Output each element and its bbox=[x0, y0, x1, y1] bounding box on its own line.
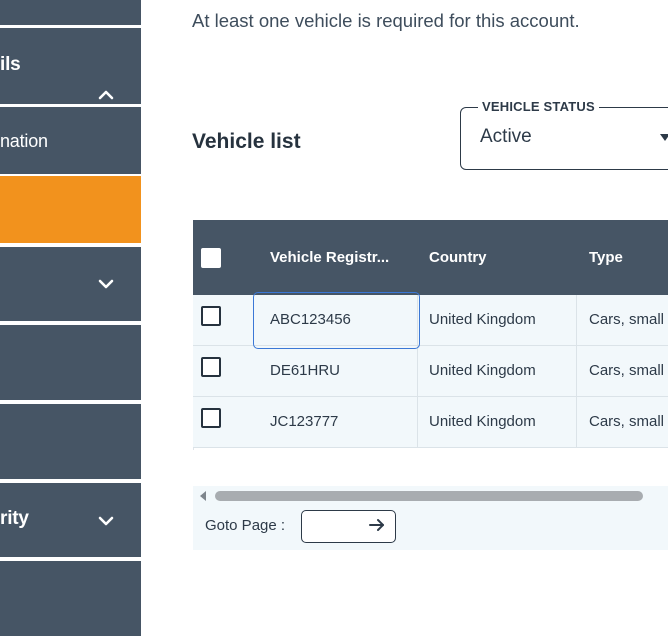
arrow-right-icon[interactable] bbox=[368, 517, 386, 533]
scrollbar-thumb[interactable] bbox=[215, 491, 643, 501]
sidebar-item-security[interactable]: rity bbox=[0, 483, 141, 557]
app-root: ils nation rity At least one vehicle is … bbox=[0, 0, 668, 641]
row-checkbox[interactable] bbox=[201, 306, 221, 326]
sidebar-item-group[interactable] bbox=[0, 247, 141, 321]
cell-country: United Kingdom bbox=[429, 413, 536, 430]
sidebar-item-label: rity bbox=[0, 508, 29, 529]
goto-page-label: Goto Page : bbox=[205, 517, 286, 534]
column-divider bbox=[576, 295, 577, 448]
row-checkbox[interactable] bbox=[201, 357, 221, 377]
cell-registration[interactable]: DE61HRU bbox=[270, 362, 340, 379]
vehicle-required-notice: At least one vehicle is required for thi… bbox=[192, 10, 580, 31]
sidebar-item-0[interactable] bbox=[0, 0, 141, 25]
chevron-down-icon[interactable] bbox=[97, 512, 115, 530]
cell-type: Cars, small bbox=[589, 362, 665, 379]
chevron-up-icon[interactable] bbox=[97, 86, 115, 104]
vehicle-status-value[interactable]: Active bbox=[480, 126, 532, 148]
sidebar-item-details[interactable]: ils bbox=[0, 28, 141, 104]
vehicle-status-legend: VEHICLE STATUS bbox=[478, 99, 599, 114]
sidebar-item-label: nation bbox=[0, 131, 48, 151]
sidebar-item-active[interactable] bbox=[0, 176, 141, 243]
chevron-down-icon[interactable] bbox=[97, 275, 115, 293]
scroll-left-icon[interactable] bbox=[199, 491, 207, 501]
sidebar-item-8[interactable] bbox=[0, 561, 141, 636]
sidebar-item-label: ils bbox=[0, 54, 21, 75]
select-all-checkbox[interactable] bbox=[201, 248, 221, 268]
column-header-type[interactable]: Type bbox=[589, 249, 623, 266]
cell-registration[interactable]: JC123777 bbox=[270, 413, 338, 430]
row-checkbox[interactable] bbox=[201, 408, 221, 428]
cell-type: Cars, small bbox=[589, 413, 665, 430]
table-empty-space bbox=[193, 450, 668, 490]
caret-down-icon[interactable] bbox=[660, 134, 668, 142]
cell-country: United Kingdom bbox=[429, 362, 536, 379]
sidebar-item-5[interactable] bbox=[0, 325, 141, 400]
focused-cell-outline bbox=[253, 292, 420, 349]
sidebar-item-6[interactable] bbox=[0, 404, 141, 479]
sidebar: ils nation rity bbox=[0, 0, 141, 641]
sidebar-item-information[interactable]: nation bbox=[0, 107, 141, 174]
column-header-registration[interactable]: Vehicle Registr... bbox=[270, 249, 389, 266]
page-title: Vehicle list bbox=[192, 130, 301, 153]
cell-type: Cars, small bbox=[589, 311, 665, 328]
column-header-country[interactable]: Country bbox=[429, 249, 487, 266]
cell-country: United Kingdom bbox=[429, 311, 536, 328]
